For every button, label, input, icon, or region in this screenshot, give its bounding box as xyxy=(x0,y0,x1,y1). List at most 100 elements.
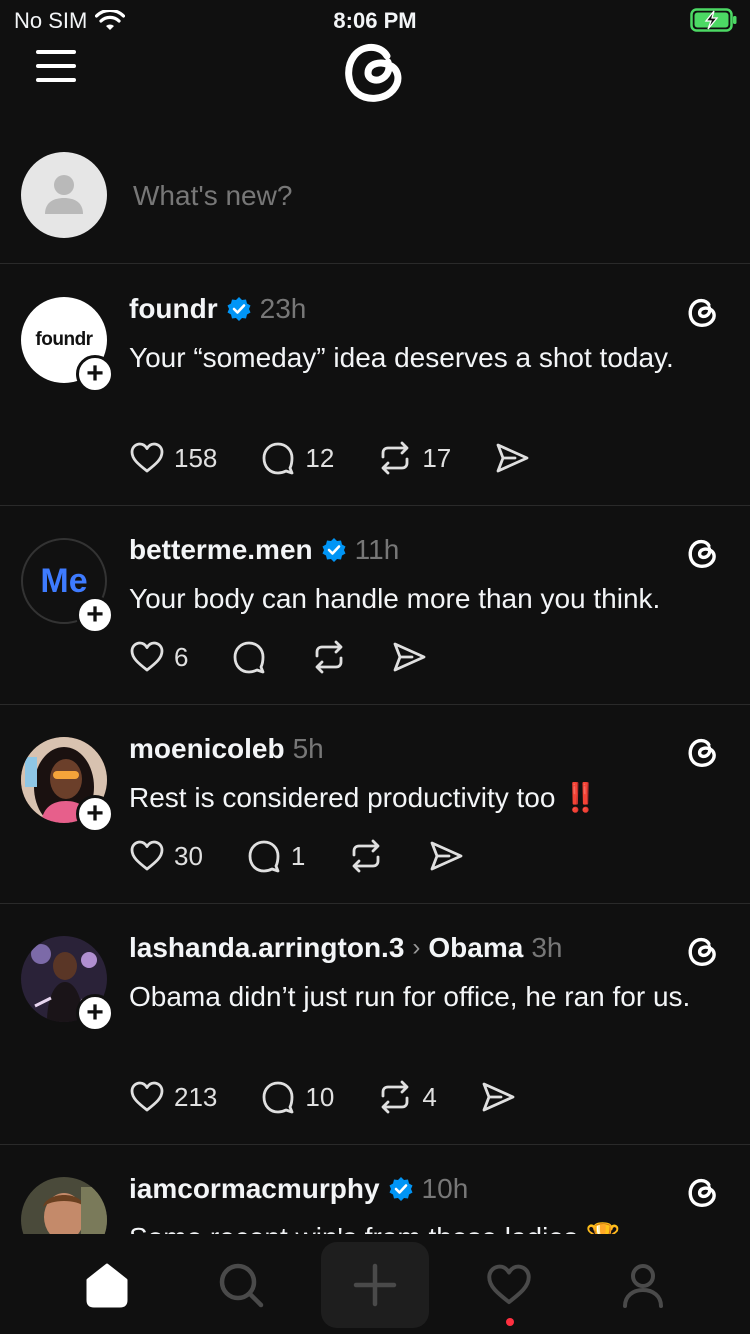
post-time: 3h xyxy=(531,932,563,963)
comment-icon xyxy=(262,442,294,475)
follow-button[interactable]: + xyxy=(76,355,114,393)
threads-icon[interactable] xyxy=(686,934,720,968)
post-header: moenicoleb 5h xyxy=(129,733,324,765)
like-button[interactable]: 30 xyxy=(128,837,203,875)
avatar-logo-text: foundr xyxy=(35,329,93,350)
like-button[interactable]: 158 xyxy=(128,439,217,477)
like-button[interactable]: 6 xyxy=(128,638,188,676)
send-icon xyxy=(394,642,426,672)
follow-button[interactable]: + xyxy=(76,596,114,634)
person-silhouette-icon xyxy=(45,175,83,214)
post-body-text: Rest is considered productivity too xyxy=(129,782,556,813)
topic-tag[interactable]: Obama xyxy=(428,932,523,964)
post-time: 23h xyxy=(259,293,307,324)
reply-count: 10 xyxy=(305,1081,335,1112)
share-button[interactable] xyxy=(479,1078,517,1116)
reply-count: 12 xyxy=(305,442,335,473)
post-body: Some recent win's from these ladies 🏆 xyxy=(129,1217,719,1234)
repost-count: 17 xyxy=(422,442,452,473)
repost-button[interactable] xyxy=(347,837,385,875)
composer-input[interactable]: What's new? xyxy=(133,180,292,212)
avatar-photo xyxy=(21,1177,107,1234)
profile-icon xyxy=(623,1264,663,1308)
repost-icon xyxy=(352,839,380,873)
username[interactable]: iamcormacmurphy xyxy=(129,1173,380,1205)
reply-button[interactable]: 1 xyxy=(245,837,305,875)
post-actions: 213 10 4 xyxy=(128,1078,559,1116)
share-button[interactable] xyxy=(427,837,465,875)
share-button[interactable] xyxy=(390,638,428,676)
send-icon xyxy=(482,1082,515,1112)
threads-icon[interactable] xyxy=(686,295,720,329)
threads-icon[interactable] xyxy=(686,735,720,769)
post-time: 10h xyxy=(421,1173,469,1204)
post-header: betterme.men 11h xyxy=(129,534,399,566)
post-body: Obama didn’t just run for office, he ran… xyxy=(129,981,691,1012)
verified-badge-icon xyxy=(322,538,346,562)
post-body: Your body can handle more than you think… xyxy=(129,583,661,614)
menu-button[interactable] xyxy=(36,50,76,86)
post[interactable]: + lashanda.arrington.3 › Obama 3h Obama … xyxy=(0,904,750,1145)
heart-icon xyxy=(130,1081,164,1112)
username[interactable]: moenicoleb xyxy=(129,733,285,765)
threads-icon[interactable] xyxy=(686,536,720,570)
threads-logo-icon[interactable] xyxy=(340,36,410,106)
comment-icon xyxy=(262,1081,294,1114)
my-avatar[interactable] xyxy=(21,152,107,238)
like-count: 158 xyxy=(174,442,218,473)
heart-icon xyxy=(130,442,164,473)
reply-button[interactable]: 10 xyxy=(259,1078,334,1116)
post[interactable]: + moenicoleb 5h Rest is considered produ… xyxy=(0,705,750,904)
send-icon xyxy=(496,443,529,473)
repost-button[interactable] xyxy=(310,638,348,676)
post-body: Rest is considered productivity too ‼️ xyxy=(129,777,719,819)
reply-button[interactable] xyxy=(230,638,268,676)
composer[interactable]: What's new? xyxy=(0,152,750,264)
post-header: iamcormacmurphy 10h xyxy=(129,1173,468,1205)
follow-button[interactable]: + xyxy=(76,795,114,833)
repost-button[interactable]: 4 xyxy=(376,1078,437,1116)
nav-search[interactable] xyxy=(201,1250,281,1320)
comment-icon xyxy=(234,641,265,674)
username[interactable]: foundr xyxy=(129,293,218,325)
nav-compose-button[interactable] xyxy=(321,1242,429,1328)
post[interactable]: foundr + foundr 23h Your “someday” idea … xyxy=(0,265,750,506)
repost-icon xyxy=(381,1080,409,1114)
repost-button[interactable]: 17 xyxy=(376,439,451,477)
post-body: Your “someday” idea deserves a shot toda… xyxy=(129,342,674,373)
verified-badge-icon xyxy=(389,1177,413,1201)
heart-icon xyxy=(130,840,164,871)
status-bar: No SIM 8:06 PM xyxy=(0,0,750,40)
repost-icon xyxy=(316,640,343,674)
search-icon xyxy=(219,1263,264,1308)
reply-button[interactable]: 12 xyxy=(259,439,334,477)
post-actions: 30 1 xyxy=(128,837,507,875)
nav-activity[interactable] xyxy=(469,1250,549,1320)
heart-icon xyxy=(487,1264,531,1305)
comment-icon xyxy=(248,840,280,873)
post[interactable]: iamcormacmurphy 10h Some recent win's fr… xyxy=(0,1145,750,1234)
bottom-nav xyxy=(0,1234,750,1334)
nav-home[interactable] xyxy=(67,1250,147,1320)
post-actions: 6 xyxy=(128,638,470,676)
post-time: 11h xyxy=(354,534,400,565)
nav-profile[interactable] xyxy=(603,1250,683,1320)
chevron-right-icon: › xyxy=(412,934,421,961)
notification-dot xyxy=(506,1318,514,1326)
feed: foundr + foundr 23h Your “someday” idea … xyxy=(0,265,750,1234)
heart-icon xyxy=(130,641,164,672)
like-count: 213 xyxy=(174,1081,218,1112)
plus-icon xyxy=(353,1263,397,1307)
like-count: 6 xyxy=(174,641,189,672)
post[interactable]: Me + betterme.men 11h Your body can hand… xyxy=(0,506,750,705)
threads-icon[interactable] xyxy=(686,1175,720,1209)
avatar[interactable] xyxy=(21,1177,107,1234)
clock: 8:06 PM xyxy=(333,8,417,33)
verified-badge-icon xyxy=(227,297,251,321)
like-button[interactable]: 213 xyxy=(128,1078,217,1116)
top-bar xyxy=(0,36,750,108)
share-button[interactable] xyxy=(493,439,531,477)
follow-button[interactable]: + xyxy=(76,994,114,1032)
username[interactable]: lashanda.arrington.3 xyxy=(129,932,404,964)
username[interactable]: betterme.men xyxy=(129,534,313,566)
